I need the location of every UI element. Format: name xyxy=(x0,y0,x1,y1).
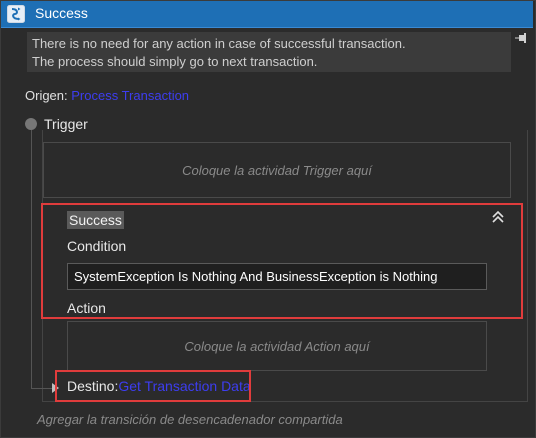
connector-line xyxy=(31,130,32,388)
origen-label: Origen: xyxy=(25,88,68,103)
trigger-drop-zone[interactable]: Coloque la actividad Trigger aquí xyxy=(43,142,511,198)
state-transition-icon xyxy=(7,5,25,23)
annotation-line-2: The process should simply go to next tra… xyxy=(32,54,318,69)
action-drop-zone[interactable]: Coloque la actividad Action aquí xyxy=(67,321,487,371)
add-shared-transition-link[interactable]: Agregar la transición de desencadenador … xyxy=(37,412,343,427)
trigger-dot-icon xyxy=(25,118,37,130)
window-title: Success xyxy=(35,5,88,21)
annotation-line-1: There is no need for any action in case … xyxy=(32,36,406,51)
origen-row: Origen: Process Transaction xyxy=(25,88,189,103)
connector-line-horizontal xyxy=(31,388,53,389)
annotation-box[interactable]: There is no need for any action in case … xyxy=(27,32,511,72)
origen-link[interactable]: Process Transaction xyxy=(71,88,189,103)
highlight-success-outline xyxy=(41,203,523,319)
highlight-destino-outline xyxy=(55,370,251,402)
pin-icon[interactable] xyxy=(514,32,528,44)
